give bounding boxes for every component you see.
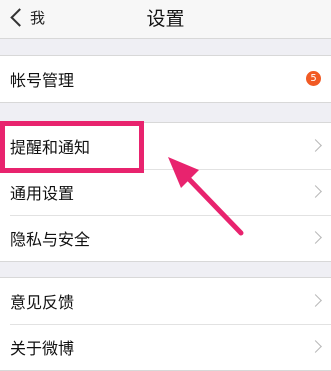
chevron-right-icon <box>309 139 322 152</box>
settings-item-label: 帐号管理 <box>10 71 75 90</box>
settings-item-general-settings[interactable]: 通用设置 <box>0 169 331 215</box>
settings-item-label: 关于微博 <box>10 339 75 358</box>
settings-item-label: 提醒和通知 <box>10 138 91 157</box>
page-title: 设置 <box>146 8 185 30</box>
notification-badge: 5 <box>306 71 321 86</box>
settings-item-reminders-notifications[interactable]: 提醒和通知 <box>0 123 331 169</box>
settings-group-general: 提醒和通知 通用设置 隐私与安全 <box>0 122 331 262</box>
chevron-right-icon <box>309 231 322 244</box>
chevron-right-icon <box>309 340 322 353</box>
settings-item-about-weibo[interactable]: 关于微博 <box>0 324 331 370</box>
settings-item-feedback[interactable]: 意见反馈 <box>0 278 331 324</box>
settings-group-account: 帐号管理 5 <box>0 55 331 103</box>
settings-item-label: 意见反馈 <box>10 293 75 312</box>
navigation-bar: 我 设置 <box>0 0 331 39</box>
chevron-right-icon <box>309 294 322 307</box>
settings-item-label: 隐私与安全 <box>10 230 91 249</box>
chevron-right-icon <box>309 185 322 198</box>
settings-group-about: 意见反馈 关于微博 <box>0 277 331 371</box>
settings-item-account-management[interactable]: 帐号管理 5 <box>0 56 331 102</box>
settings-item-label: 通用设置 <box>10 184 75 203</box>
settings-item-privacy-security[interactable]: 隐私与安全 <box>0 215 331 261</box>
